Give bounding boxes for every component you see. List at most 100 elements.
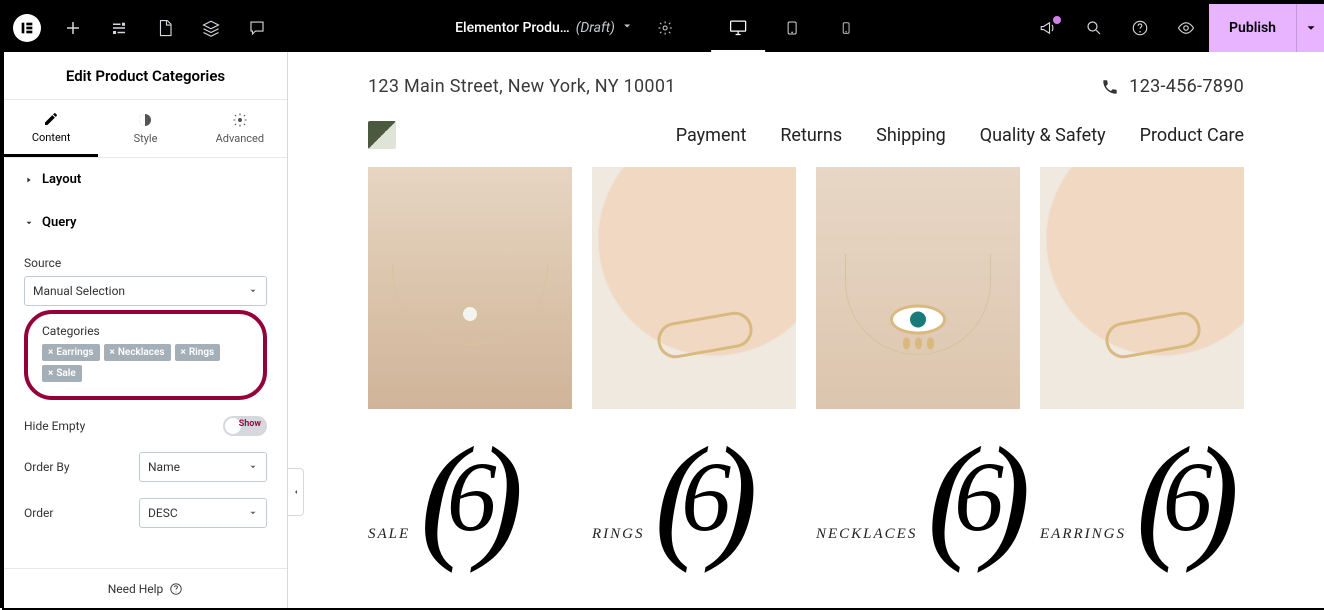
editor-sidebar: Edit Product Categories Content Style Ad… bbox=[4, 52, 288, 608]
product-image bbox=[1040, 167, 1244, 409]
topbar-left bbox=[4, 4, 280, 52]
top-bar: Elementor Produ… (Draft) bbox=[4, 4, 1324, 52]
publish-button[interactable]: Publish bbox=[1209, 4, 1296, 52]
cat-rings[interactable]: RINGS (6) bbox=[592, 427, 796, 567]
hide-empty-row: Hide Empty Show bbox=[24, 416, 267, 436]
phone-number: 123-456-7890 bbox=[1129, 76, 1244, 97]
cat-label: SALE bbox=[368, 526, 410, 567]
page-settings-icon[interactable] bbox=[645, 20, 685, 36]
tab-style-label: Style bbox=[134, 132, 158, 145]
publish-dropdown-icon[interactable] bbox=[1296, 4, 1324, 52]
nav-links: Payment Returns Shipping Quality & Safet… bbox=[676, 125, 1244, 146]
tab-content-label: Content bbox=[32, 131, 71, 144]
chip-necklaces[interactable]: ×Necklaces bbox=[104, 344, 171, 361]
cat-count: (6) bbox=[927, 427, 1010, 567]
categories-chips: ×Earrings ×Necklaces ×Rings ×Sale bbox=[42, 344, 249, 382]
chevron-down-icon bbox=[248, 286, 258, 296]
panel-tabs: Content Style Advanced bbox=[4, 100, 287, 158]
order-by-select[interactable]: Name bbox=[139, 452, 267, 482]
phone-icon bbox=[1101, 78, 1119, 96]
cat-count: (6) bbox=[1136, 427, 1219, 567]
category-card-sale[interactable] bbox=[368, 167, 572, 409]
topbar-right: Publish bbox=[1025, 4, 1324, 52]
product-image bbox=[368, 167, 572, 409]
order-value: DESC bbox=[148, 506, 178, 520]
cat-label: NECKLACES bbox=[816, 526, 917, 567]
category-card-rings[interactable] bbox=[592, 167, 796, 409]
order-select[interactable]: DESC bbox=[139, 498, 267, 528]
category-grid bbox=[368, 167, 1244, 409]
tab-advanced[interactable]: Advanced bbox=[193, 100, 287, 157]
cat-necklaces[interactable]: NECKLACES (6) bbox=[816, 427, 1020, 567]
topbar-center: Elementor Produ… (Draft) bbox=[455, 4, 873, 52]
nav-shipping[interactable]: Shipping bbox=[876, 125, 946, 146]
preview-icon[interactable] bbox=[1163, 4, 1209, 52]
cat-earrings[interactable]: EARRINGS (6) bbox=[1040, 427, 1244, 567]
site-phone[interactable]: 123-456-7890 bbox=[1101, 76, 1244, 97]
section-query[interactable]: Query bbox=[4, 201, 287, 244]
help-circle-icon bbox=[169, 582, 183, 596]
cat-sale[interactable]: SALE (6) bbox=[368, 427, 572, 567]
device-tablet-icon[interactable] bbox=[765, 4, 819, 52]
tab-advanced-label: Advanced bbox=[216, 132, 264, 145]
need-help-button[interactable]: Need Help bbox=[4, 568, 287, 608]
categories-label: Categories bbox=[42, 324, 249, 338]
chevron-down-icon bbox=[248, 508, 258, 518]
comment-icon[interactable] bbox=[234, 4, 280, 52]
section-query-title: Query bbox=[42, 215, 76, 230]
nav-product-care[interactable]: Product Care bbox=[1140, 125, 1244, 146]
notification-dot-icon bbox=[1053, 16, 1061, 24]
product-image bbox=[592, 167, 796, 409]
preview-canvas: 123 Main Street, New York, NY 10001 123-… bbox=[288, 52, 1324, 608]
site-address: 123 Main Street, New York, NY 10001 bbox=[368, 76, 676, 97]
tab-style[interactable]: Style bbox=[98, 100, 192, 157]
settings-sliders-icon[interactable] bbox=[96, 4, 142, 52]
chip-remove-icon: × bbox=[110, 347, 115, 358]
section-layout[interactable]: Layout bbox=[4, 158, 287, 201]
category-card-necklaces[interactable] bbox=[816, 167, 1020, 409]
chip-remove-icon: × bbox=[181, 347, 186, 358]
need-help-label: Need Help bbox=[108, 582, 164, 596]
order-label: Order bbox=[24, 506, 53, 520]
source-label: Source bbox=[24, 256, 267, 270]
chip-remove-icon: × bbox=[48, 368, 53, 379]
announcements-icon[interactable] bbox=[1025, 4, 1071, 52]
layers-icon[interactable] bbox=[188, 4, 234, 52]
document-title[interactable]: Elementor Produ… bbox=[455, 20, 570, 36]
source-select[interactable]: Manual Selection bbox=[24, 276, 267, 306]
preview-body: 123 Main Street, New York, NY 10001 123-… bbox=[288, 52, 1324, 567]
device-desktop-icon[interactable] bbox=[711, 4, 765, 52]
doc-dropdown-icon[interactable] bbox=[621, 20, 633, 36]
hide-empty-toggle[interactable]: Show bbox=[223, 416, 267, 436]
panel-title: Edit Product Categories bbox=[4, 52, 287, 100]
elementor-logo-icon[interactable] bbox=[13, 14, 41, 42]
category-card-earrings[interactable] bbox=[1040, 167, 1244, 409]
chip-sale[interactable]: ×Sale bbox=[42, 365, 82, 382]
main-layout: Edit Product Categories Content Style Ad… bbox=[4, 52, 1324, 608]
chevron-down-icon bbox=[248, 462, 258, 472]
tab-content[interactable]: Content bbox=[4, 100, 98, 157]
site-nav: Payment Returns Shipping Quality & Safet… bbox=[368, 115, 1244, 167]
add-icon[interactable] bbox=[50, 4, 96, 52]
draft-label: (Draft) bbox=[576, 20, 615, 36]
nav-payment[interactable]: Payment bbox=[676, 125, 747, 146]
category-labels: SALE (6) RINGS (6) NECKLACES (6) EARRING… bbox=[368, 427, 1244, 567]
hide-empty-label: Hide Empty bbox=[24, 419, 85, 433]
toggle-text: Show bbox=[239, 419, 261, 429]
nav-quality[interactable]: Quality & Safety bbox=[980, 125, 1106, 146]
section-query-body: Source Manual Selection Categories ×Earr… bbox=[4, 256, 287, 544]
chip-earrings[interactable]: ×Earrings bbox=[42, 344, 100, 361]
help-icon[interactable] bbox=[1117, 4, 1163, 52]
collapse-sidebar-icon[interactable] bbox=[288, 468, 304, 516]
search-icon[interactable] bbox=[1071, 4, 1117, 52]
document-icon[interactable] bbox=[142, 4, 188, 52]
cat-label: RINGS bbox=[592, 526, 645, 567]
chip-rings[interactable]: ×Rings bbox=[175, 344, 221, 361]
device-mobile-icon[interactable] bbox=[819, 4, 873, 52]
order-by-label: Order By bbox=[24, 460, 70, 474]
product-image bbox=[816, 167, 1020, 409]
nav-returns[interactable]: Returns bbox=[780, 125, 842, 146]
brand-logo-icon[interactable] bbox=[368, 121, 396, 149]
cat-count: (6) bbox=[655, 427, 738, 567]
order-by-row: Order By Name bbox=[24, 452, 267, 482]
